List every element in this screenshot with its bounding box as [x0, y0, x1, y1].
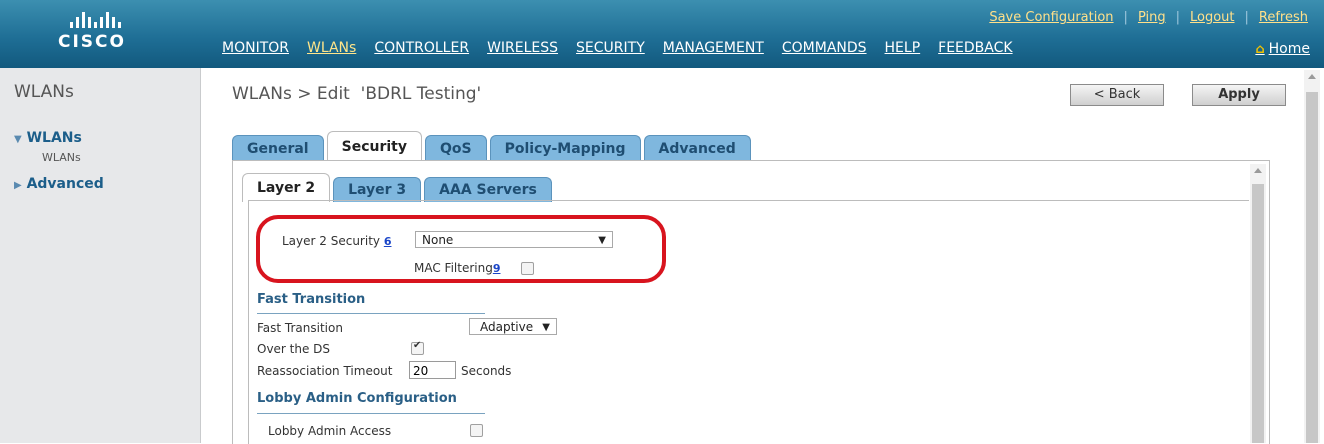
tab-advanced[interactable]: Advanced [643, 135, 751, 162]
triangle-right-icon: ▶ [14, 180, 22, 191]
section-divider [257, 313, 485, 314]
nav-controller[interactable]: CONTROLLER [374, 40, 469, 56]
separator: | [1244, 10, 1249, 25]
scrollbar-thumb[interactable] [1252, 184, 1264, 443]
sidebar-subitem-wlans[interactable]: WLANs [42, 151, 81, 164]
page-scrollbar[interactable] [1304, 70, 1320, 443]
ping-link[interactable]: Ping [1138, 10, 1166, 25]
sidebar-item-label: Advanced [26, 176, 104, 192]
reassociation-timeout-unit: Seconds [461, 364, 512, 378]
main-tabs: General Security QoS Policy-Mapping Adva… [232, 131, 754, 162]
refresh-link[interactable]: Refresh [1259, 10, 1308, 25]
mac-filtering-help-link[interactable]: 9 [493, 262, 501, 275]
over-the-ds-checkbox[interactable] [411, 340, 424, 355]
home-link[interactable]: ⌂ Home [1255, 41, 1310, 57]
header-bar: CISCO Save Configuration | Ping | Logout… [0, 0, 1324, 68]
lobby-admin-heading: Lobby Admin Configuration [257, 391, 457, 406]
fast-transition-heading: Fast Transition [257, 292, 366, 307]
logout-link[interactable]: Logout [1190, 10, 1235, 25]
home-icon: ⌂ [1255, 42, 1265, 57]
nav-commands[interactable]: COMMANDS [782, 40, 867, 56]
main-nav: MONITOR WLANs CONTROLLER WIRELESS SECURI… [222, 40, 1031, 56]
over-the-ds-label: Over the DS [257, 342, 331, 356]
fast-transition-value: Adaptive [480, 320, 534, 334]
nav-wlans[interactable]: WLANs [307, 40, 356, 56]
tab-security[interactable]: Security [326, 131, 422, 162]
subtab-layer3[interactable]: Layer 3 [333, 177, 422, 202]
scroll-up-arrow-icon[interactable] [1308, 74, 1316, 79]
nav-help[interactable]: HELP [885, 40, 921, 56]
layer2-panel [248, 200, 1249, 444]
cisco-logo-bars-icon [70, 10, 158, 28]
top-links: Save Configuration | Ping | Logout | Ref… [989, 10, 1308, 25]
sidebar-item-wlans[interactable]: ▼ WLANs [14, 130, 82, 146]
cisco-logo: CISCO [58, 10, 158, 60]
security-subtabs: Layer 2 Layer 3 AAA Servers [242, 173, 555, 202]
section-divider [257, 413, 485, 414]
separator: | [1175, 10, 1180, 25]
lobby-admin-access-checkbox[interactable] [470, 424, 483, 437]
nav-wireless[interactable]: WIRELESS [487, 40, 558, 56]
reassociation-timeout-input[interactable]: 20 [409, 361, 456, 379]
triangle-down-icon: ▼ [14, 134, 22, 145]
page-title: WLANs > Edit 'BDRL Testing' [232, 84, 482, 104]
scroll-up-arrow-icon[interactable] [1254, 168, 1262, 173]
nav-feedback[interactable]: FEEDBACK [938, 40, 1012, 56]
tab-qos[interactable]: QoS [424, 135, 487, 162]
dropdown-arrow-icon: ▼ [598, 235, 606, 246]
layer2-security-label: Layer 2 Security 6 [282, 234, 392, 248]
dropdown-arrow-icon: ▼ [542, 322, 550, 333]
sidebar-item-advanced[interactable]: ▶ Advanced [14, 176, 104, 192]
sidebar-title: WLANs [14, 82, 74, 102]
nav-security[interactable]: SECURITY [576, 40, 645, 56]
sidebar-item-label: WLANs [26, 130, 82, 146]
apply-button[interactable]: Apply [1192, 84, 1286, 106]
nav-management[interactable]: MANAGEMENT [663, 40, 764, 56]
reassociation-timeout-label: Reassociation Timeout [257, 364, 393, 378]
subtab-layer2[interactable]: Layer 2 [242, 173, 331, 202]
nav-monitor[interactable]: MONITOR [222, 40, 289, 56]
sidebar: WLANs ▼ WLANs WLANs ▶ Advanced [0, 68, 201, 443]
cisco-logo-text: CISCO [58, 32, 126, 52]
fast-transition-select[interactable]: Adaptive ▼ [469, 318, 557, 335]
lobby-admin-access-label: Lobby Admin Access [268, 424, 392, 438]
tab-general[interactable]: General [232, 135, 324, 162]
home-label: Home [1268, 41, 1310, 57]
subtab-aaa-servers[interactable]: AAA Servers [424, 177, 552, 202]
back-button[interactable]: < Back [1070, 84, 1164, 106]
save-configuration-link[interactable]: Save Configuration [989, 10, 1113, 25]
separator: | [1123, 10, 1128, 25]
layer2-security-value: None [422, 233, 454, 247]
mac-filtering-label: MAC Filtering9 [414, 261, 501, 275]
mac-filtering-checkbox[interactable] [521, 262, 534, 275]
panel-scrollbar[interactable] [1250, 164, 1266, 443]
fast-transition-label: Fast Transition [257, 321, 343, 335]
scrollbar-thumb[interactable] [1306, 92, 1318, 443]
layer2-security-select[interactable]: None ▼ [415, 231, 613, 248]
layer2-security-help-link[interactable]: 6 [384, 235, 392, 248]
tab-policy-mapping[interactable]: Policy-Mapping [489, 135, 641, 162]
